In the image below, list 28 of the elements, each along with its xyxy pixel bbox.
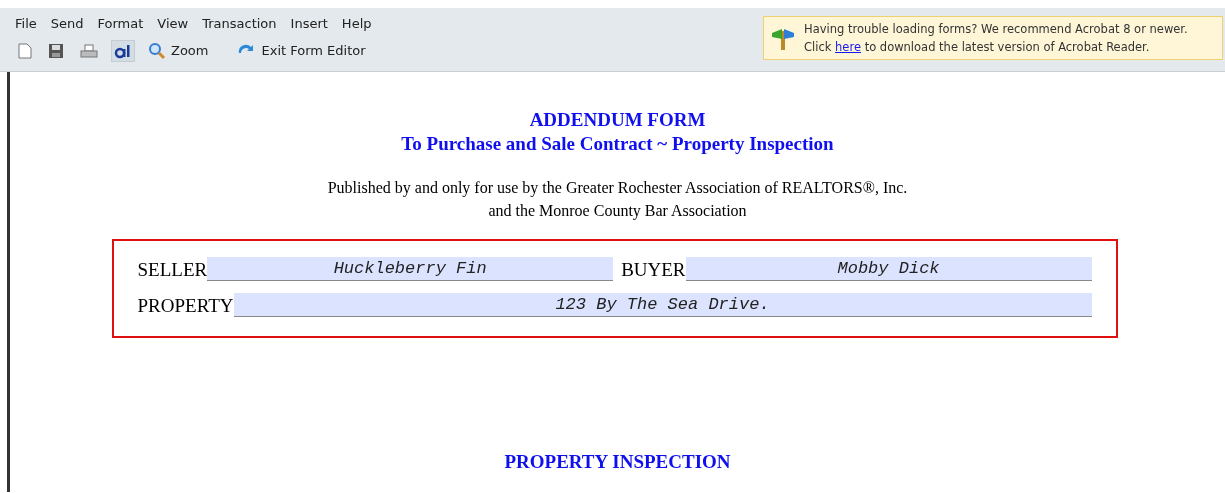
download-link[interactable]: here	[835, 40, 861, 54]
menu-item[interactable]: View	[157, 14, 189, 34]
menu-item[interactable]: Format	[97, 14, 144, 34]
section-heading: PROPERTY INSPECTION	[504, 450, 731, 474]
input-field[interactable]: Mobby Dick	[685, 257, 1092, 281]
menu-item[interactable]: Insert	[290, 14, 328, 34]
input-field[interactable]: Huckleberry Fin	[207, 257, 614, 281]
search-icon	[148, 41, 166, 60]
form-title: ADDENDUM FORM	[529, 108, 706, 132]
field-label: PROPERTY	[137, 295, 234, 317]
print-icon	[80, 42, 98, 59]
zoom-button[interactable]: Zoom	[145, 39, 212, 62]
save-icon	[48, 42, 64, 59]
field-label: SELLER	[137, 259, 208, 281]
menu-item[interactable]: Send	[50, 14, 84, 34]
publisher-text: Published by and only for use by the Greater Rochester Association of REALTORS®, Inc.	[327, 178, 908, 199]
menu-item[interactable]: Transaction	[202, 14, 277, 34]
menu-item[interactable]: Help	[341, 14, 372, 34]
text-tool-button[interactable]	[111, 39, 135, 62]
form-subtitle: To Purchase and Sale Contract ~ Property Inspection	[401, 132, 834, 156]
field-label: BUYER	[621, 259, 686, 281]
new-document-icon	[18, 42, 32, 59]
notice-text: Having trouble loading forms? We recommend Acrobat 8 or newer.	[804, 21, 1188, 38]
publisher-text: and the Monroe County Bar Association	[488, 201, 747, 222]
input-field[interactable]: 123 By The Sea Drive.	[233, 293, 1092, 317]
exit-button[interactable]: Exit Form Editor	[233, 39, 369, 62]
notice-text: Click here to download the latest version of Acrobat Reader.	[804, 39, 1151, 56]
menu-item[interactable]: File	[15, 14, 37, 34]
